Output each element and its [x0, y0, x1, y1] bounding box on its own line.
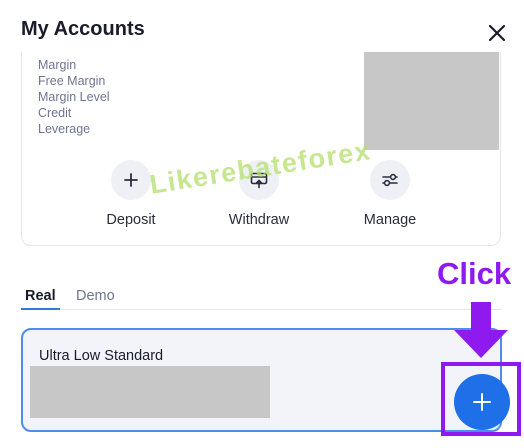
close-button[interactable]: [484, 20, 510, 46]
tab-divider: [60, 309, 502, 310]
tab-demo[interactable]: Demo: [76, 288, 115, 304]
redacted-account-details: [30, 366, 270, 418]
withdraw-icon-circle: [239, 160, 279, 200]
margin-label: Margin: [38, 58, 77, 72]
withdraw-button[interactable]: Withdraw: [209, 160, 309, 228]
deposit-icon-circle: [111, 160, 151, 200]
manage-button[interactable]: Manage: [340, 160, 440, 228]
credit-label: Credit: [38, 106, 72, 120]
sliders-icon: [382, 173, 398, 187]
free-margin-label: Free Margin: [38, 74, 106, 88]
redacted-balance-block: [364, 52, 499, 150]
leverage-label: Leverage: [38, 122, 91, 136]
close-icon: [488, 24, 506, 42]
plus-icon: [124, 173, 138, 187]
plus-icon: [473, 393, 491, 411]
active-tab-indicator: [21, 308, 60, 310]
deposit-button[interactable]: Deposit: [81, 160, 181, 228]
down-arrow-icon: [454, 302, 508, 358]
withdraw-label: Withdraw: [228, 212, 290, 228]
tab-real[interactable]: Real: [25, 288, 56, 304]
margin-level-label: Margin Level: [38, 90, 110, 104]
deposit-label: Deposit: [106, 212, 156, 228]
account-name: Ultra Low Standard: [39, 348, 164, 364]
manage-icon-circle: [370, 160, 410, 200]
page-title: My Accounts: [21, 18, 145, 40]
add-account-button[interactable]: [454, 374, 510, 430]
manage-label: Manage: [363, 212, 417, 228]
withdraw-icon: [250, 172, 268, 189]
click-annotation-label: Click: [437, 256, 512, 291]
